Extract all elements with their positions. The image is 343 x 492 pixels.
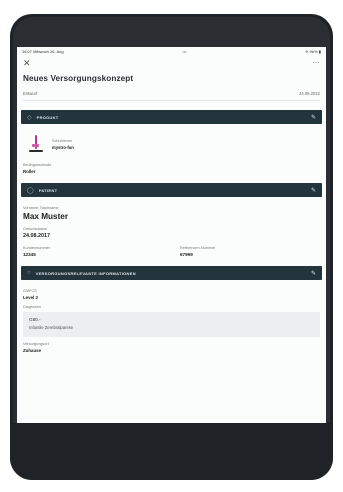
name-label: Vorname, Nachname xyxy=(23,206,59,210)
ref-label: Referenzen-Nummer xyxy=(180,246,216,250)
level-label: GMFCS xyxy=(23,289,37,293)
diagnosis-box: G80.- Infantile Zerebralparese xyxy=(23,312,320,337)
patient-birth: Geburtsdatum 24.08.2017 xyxy=(17,221,326,239)
edit-icon[interactable]: ✎ xyxy=(311,270,316,277)
id-label: Kundennummer xyxy=(23,246,51,250)
status-label: Entwurf xyxy=(23,91,38,96)
care-level: GMFCS Level 2 xyxy=(17,280,326,300)
patient-name: Vorname, Nachname Max Muster xyxy=(17,197,326,221)
page-title: Neues Versorgungskonzept xyxy=(23,74,134,83)
product-value: mystro-fun xyxy=(52,144,74,150)
name-value: Max Muster xyxy=(23,212,69,221)
edit-icon[interactable]: ✎ xyxy=(311,187,316,194)
status-dots: ••• xyxy=(182,49,187,54)
patient-ids: Kundennummer 12345 Referenzen-Nummer 679… xyxy=(17,239,326,257)
id-value: 12345 xyxy=(23,252,36,257)
section-title-care: VERSORGUNGSRELEVANTE INFORMATIONEN xyxy=(35,270,136,276)
section-title-patient: PATIENT xyxy=(38,187,58,193)
ref-value: 67999 xyxy=(180,252,193,257)
status-bar: 16:07 Mittwoch 26. Aug ••• ✈ 96% ▮ xyxy=(17,47,326,56)
close-button[interactable]: ✕ xyxy=(23,58,31,68)
diagnosis-code: G80.- xyxy=(29,317,41,322)
section-title-product: PRODUKT xyxy=(36,114,59,120)
product-field: Bedingunsimode Roller xyxy=(17,154,326,174)
diagnosis-label: Diagnosen xyxy=(23,305,42,309)
place-value: Zuhause xyxy=(23,348,42,353)
info-icon: ○ xyxy=(27,270,31,276)
more-menu-button[interactable]: ··· xyxy=(312,59,320,67)
care-diagnosis: Diagnosen xyxy=(17,300,326,309)
product-item: Schuhrexen mystro-fun xyxy=(17,124,326,154)
status-battery: ✈ 96% ▮ xyxy=(305,49,321,54)
person-icon: ◯ xyxy=(27,187,34,194)
edit-icon[interactable]: ✎ xyxy=(311,114,316,121)
section-header-patient[interactable]: ◯ PATIENT ✎ xyxy=(21,183,322,197)
section-header-care[interactable]: ○ VERSORGUNGSRELEVANTE INFORMATIONEN ✎ xyxy=(21,266,322,280)
app-screen: 16:07 Mittwoch 26. Aug ••• ✈ 96% ▮ ✕ ···… xyxy=(17,47,326,423)
diagnosis-text: Infantile Zerebralparese xyxy=(29,325,74,330)
care-place: Versorgungsort Zuhause xyxy=(17,337,326,353)
section-header-product[interactable]: ◇ PRODUKT ✎ xyxy=(21,110,322,124)
page-meta: Entwurf 24.08.2022 xyxy=(17,83,326,96)
field-label: Bedingunsimode xyxy=(23,163,52,167)
place-label: Versorgungsort xyxy=(23,342,49,346)
product-image xyxy=(29,134,43,154)
birth-label: Geburtsdatum xyxy=(23,227,48,231)
field-value: Roller xyxy=(23,169,36,174)
tablet-bottom-bezel xyxy=(10,423,333,480)
top-bar: ✕ ··· xyxy=(17,56,326,70)
date-label: 24.08.2022 xyxy=(299,91,320,96)
divider xyxy=(23,100,320,101)
product-label: Schuhrexen xyxy=(52,138,73,143)
cube-icon: ◇ xyxy=(27,114,32,121)
status-time: 16:07 Mittwoch 26. Aug xyxy=(22,49,64,54)
